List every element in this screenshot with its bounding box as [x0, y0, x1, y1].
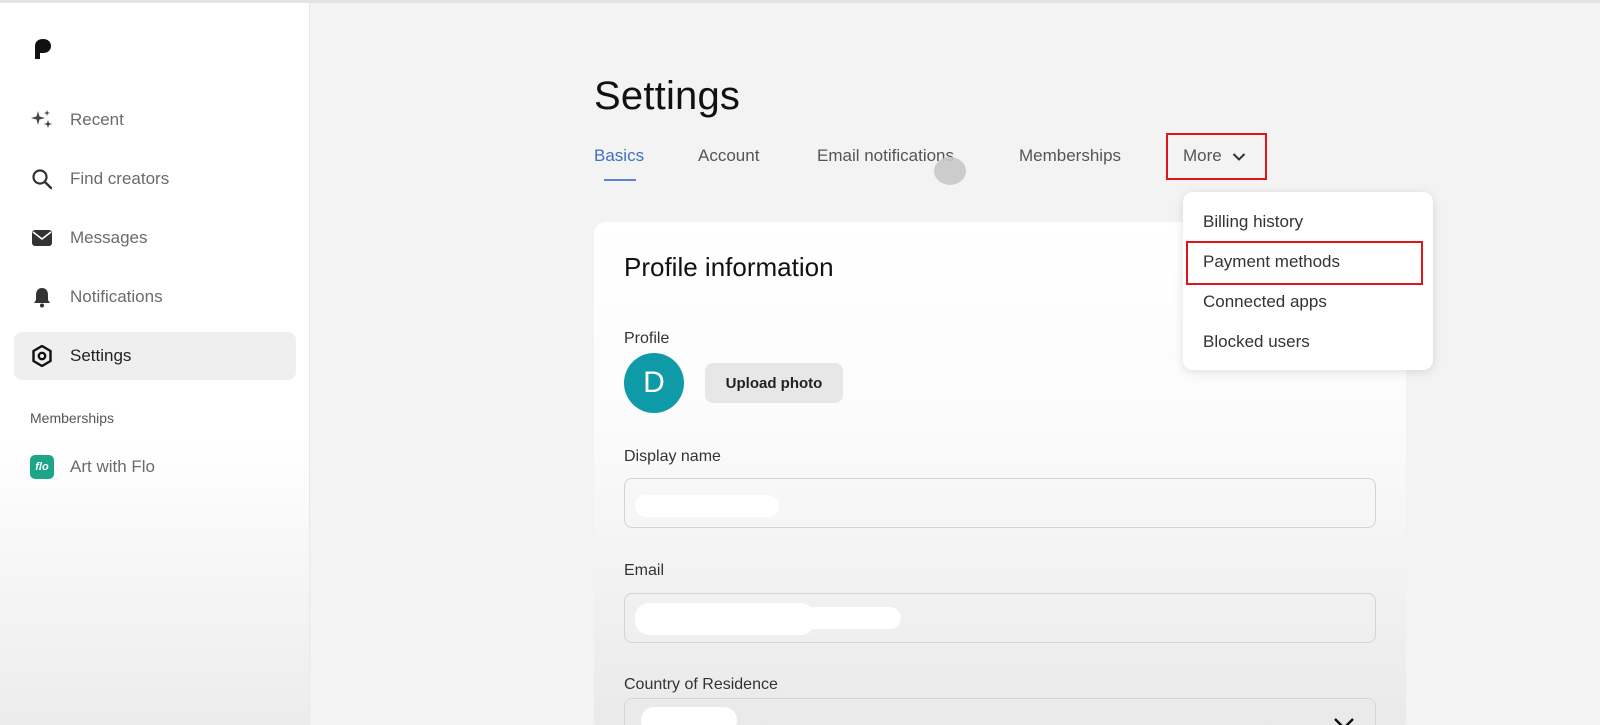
- card-title: Profile information: [624, 252, 834, 282]
- gear-icon: [30, 344, 54, 368]
- redacted-value: [635, 603, 815, 635]
- sidebar-item-label: Messages: [70, 228, 148, 247]
- search-icon: [30, 167, 54, 191]
- profile-label: Profile: [624, 330, 670, 347]
- tab-basics[interactable]: Basics: [594, 146, 644, 166]
- upload-photo-button[interactable]: Upload photo: [705, 363, 843, 403]
- tab-account[interactable]: Account: [698, 146, 759, 166]
- display-name-input[interactable]: [624, 478, 1376, 528]
- display-name-label: Display name: [624, 448, 721, 465]
- sidebar-item-notifications[interactable]: Notifications: [14, 273, 296, 321]
- more-highlight-box: [1166, 133, 1267, 180]
- country-label: Country of Residence: [624, 676, 778, 693]
- payment-methods-highlight-box: [1186, 241, 1423, 285]
- bell-icon: [30, 285, 54, 309]
- active-tab-indicator: [604, 179, 636, 181]
- sidebar-item-label: Find creators: [70, 169, 170, 188]
- page-title: Settings: [594, 74, 741, 118]
- sidebar: Recent Find creators Messages Notificati…: [0, 3, 310, 725]
- cursor-icon: [934, 157, 966, 185]
- sidebar-item-art-with-flo[interactable]: flo Art with Flo: [14, 443, 296, 491]
- sidebar-item-label: Settings: [70, 346, 132, 365]
- redacted-value: [641, 707, 737, 725]
- sidebar-item-label: Art with Flo: [70, 457, 156, 476]
- menu-item-connected-apps[interactable]: Connected apps: [1203, 292, 1327, 312]
- redacted-value: [795, 607, 901, 629]
- tab-memberships[interactable]: Memberships: [1019, 146, 1121, 166]
- envelope-icon: [30, 226, 54, 250]
- country-select[interactable]: [624, 698, 1376, 725]
- flo-badge: flo: [30, 455, 54, 479]
- patreon-logo-icon[interactable]: [32, 37, 54, 61]
- menu-item-blocked-users[interactable]: Blocked users: [1203, 332, 1310, 352]
- flo-badge-icon: flo: [30, 455, 54, 479]
- email-label: Email: [624, 562, 665, 579]
- sidebar-item-recent[interactable]: Recent: [14, 96, 296, 144]
- sidebar-item-label: Notifications: [70, 287, 163, 306]
- email-field[interactable]: [624, 593, 1376, 643]
- redacted-value: [635, 495, 779, 517]
- menu-item-billing-history[interactable]: Billing history: [1203, 212, 1303, 232]
- sidebar-item-find-creators[interactable]: Find creators: [14, 155, 296, 203]
- sidebar-item-messages[interactable]: Messages: [14, 214, 296, 262]
- tab-email-notifications[interactable]: Email notifications: [817, 146, 954, 166]
- sidebar-item-settings[interactable]: Settings: [14, 332, 296, 380]
- chevron-down-icon: [1334, 718, 1354, 725]
- sparkle-icon: [30, 108, 54, 132]
- sidebar-item-label: Recent: [70, 110, 124, 129]
- memberships-section-label: Memberships: [30, 410, 115, 426]
- avatar[interactable]: D: [624, 353, 684, 413]
